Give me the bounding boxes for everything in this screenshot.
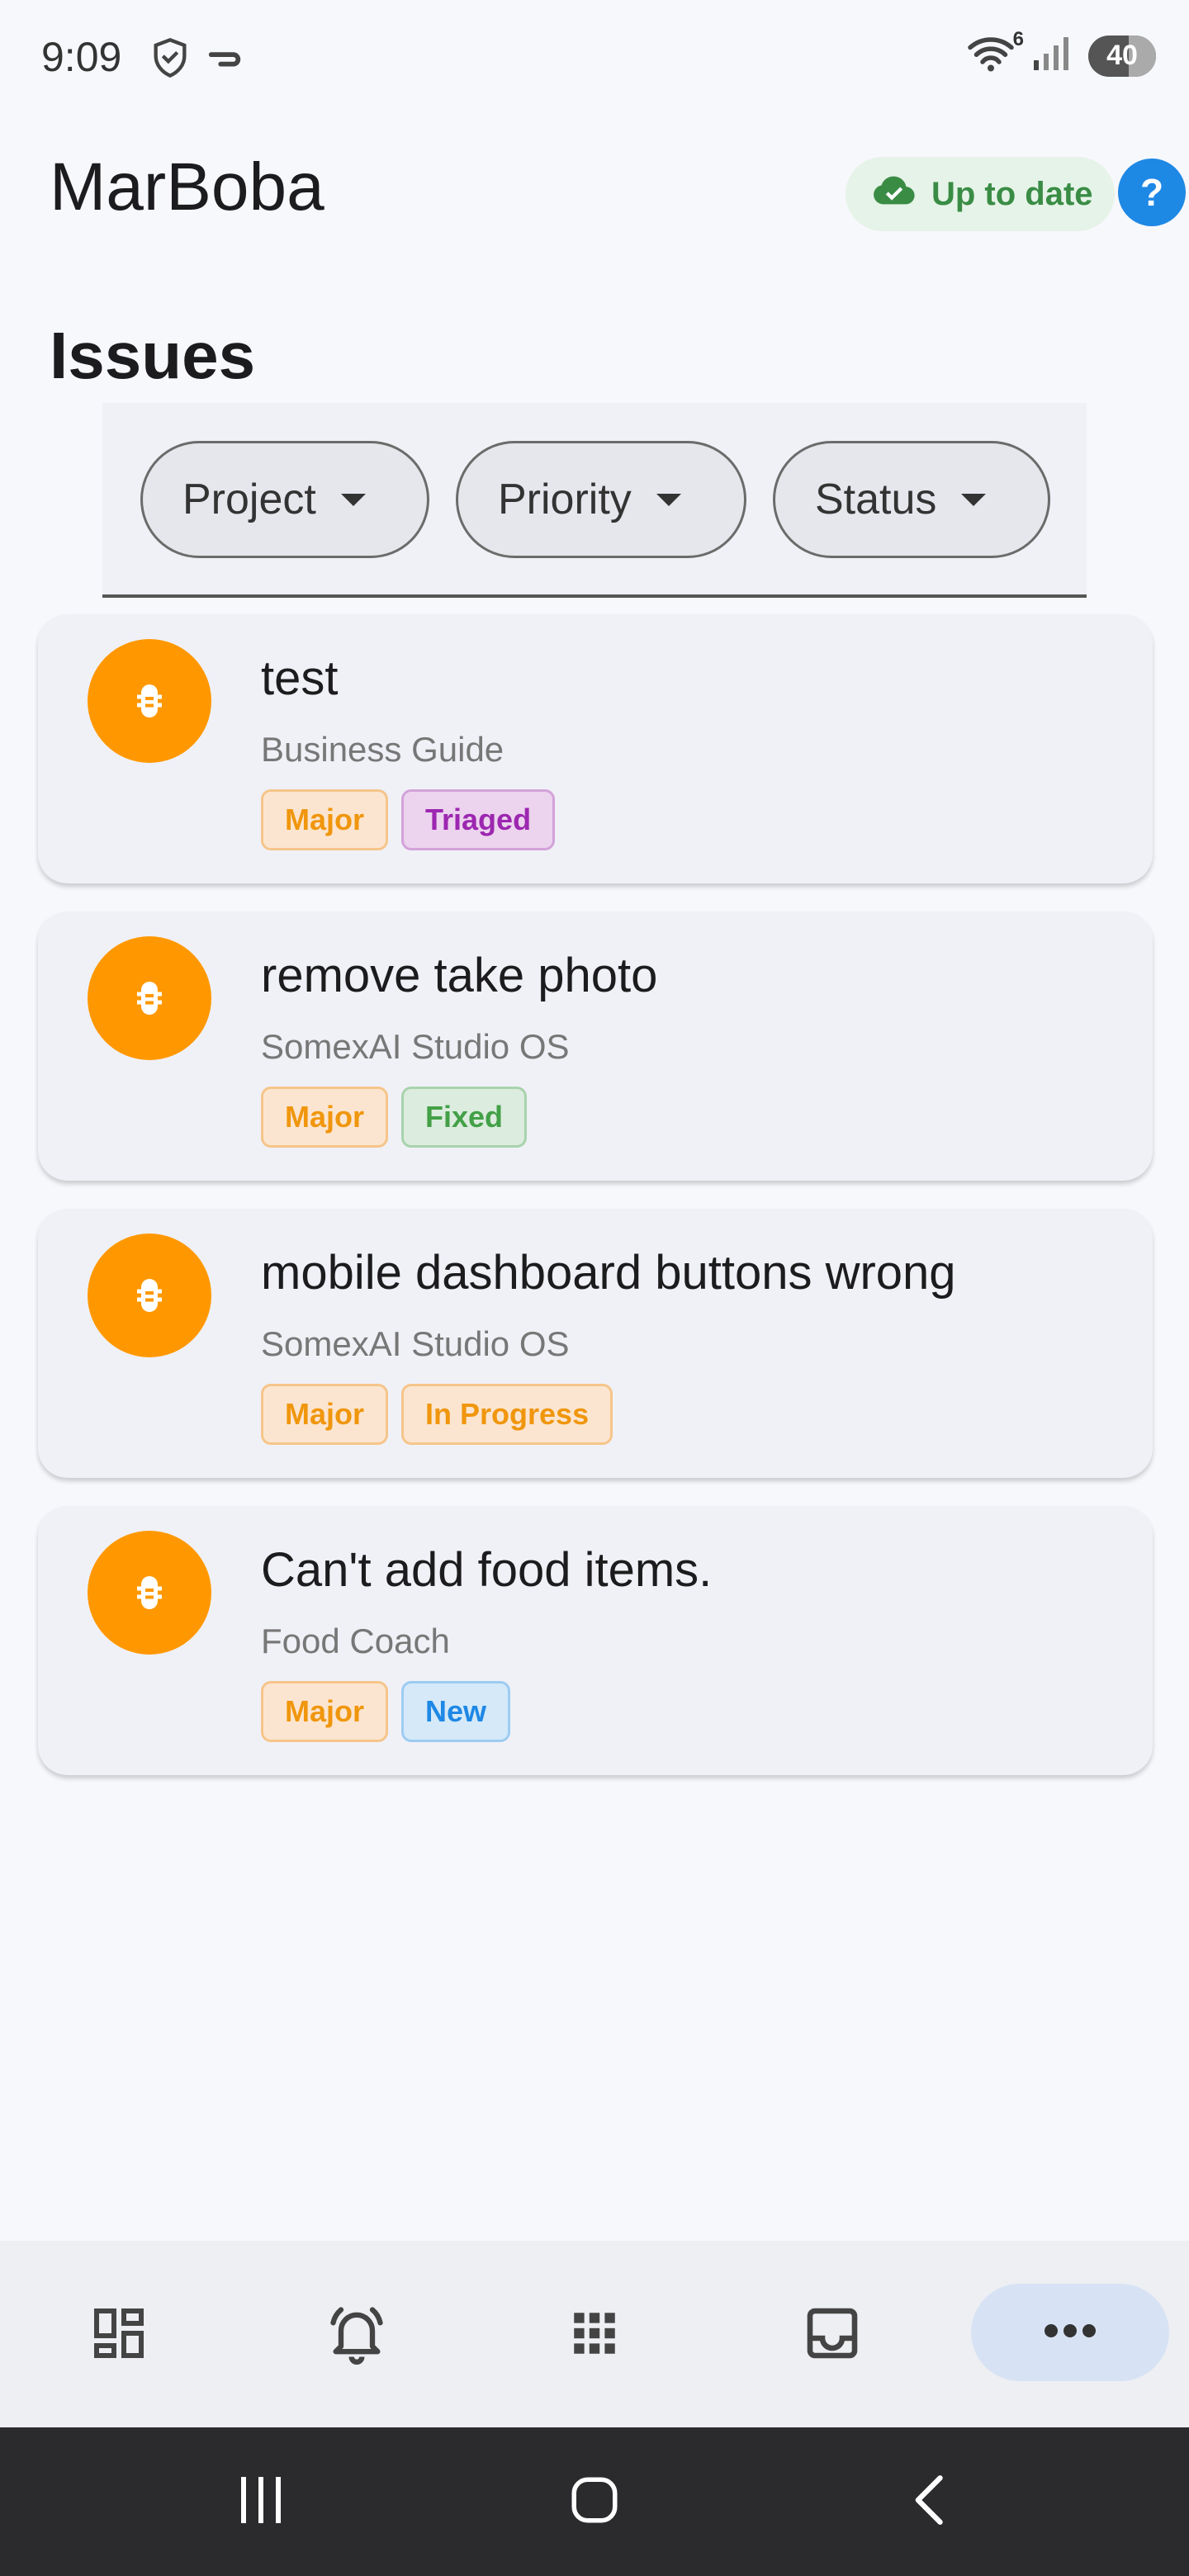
status-filter[interactable]: Status bbox=[773, 441, 1050, 558]
back-button[interactable] bbox=[879, 2460, 978, 2543]
nav-dashboard[interactable] bbox=[61, 2285, 177, 2384]
status-badge: New bbox=[401, 1681, 511, 1742]
status-badge: In Progress bbox=[401, 1384, 613, 1445]
nav-apps[interactable] bbox=[537, 2285, 652, 2384]
home-button[interactable] bbox=[545, 2460, 644, 2543]
filter-label: Project bbox=[182, 476, 316, 523]
recent-apps-button[interactable] bbox=[211, 2460, 310, 2543]
filter-label: Priority bbox=[498, 476, 632, 523]
status-time: 9:09 bbox=[41, 34, 122, 80]
help-button[interactable]: ? bbox=[1118, 159, 1186, 226]
issues-screen: 9:09 6 40 MarBoba Up to date ? Issues Pr… bbox=[0, 0, 1189, 2576]
priority-badge: Major bbox=[261, 1681, 389, 1742]
back-icon bbox=[907, 2472, 949, 2532]
battery-indicator: 40 bbox=[1088, 35, 1156, 77]
issue-project: Food Coach bbox=[261, 1622, 450, 1660]
nav-inbox[interactable] bbox=[775, 2285, 890, 2384]
signal-icon bbox=[1030, 33, 1073, 78]
notifications-icon bbox=[325, 2302, 388, 2369]
issue-card[interactable]: Can't add food items. Food Coach Major N… bbox=[38, 1506, 1153, 1775]
bug-icon bbox=[88, 1234, 211, 1357]
status-badge: Fixed bbox=[401, 1087, 528, 1148]
dropdown-arrow-icon bbox=[961, 493, 987, 506]
project-filter[interactable]: Project bbox=[140, 441, 429, 558]
filter-label: Status bbox=[815, 476, 937, 523]
link-icon bbox=[206, 41, 244, 78]
sync-status-chip[interactable]: Up to date bbox=[846, 157, 1115, 231]
bug-icon bbox=[88, 936, 211, 1060]
shield-icon bbox=[149, 36, 192, 83]
filter-bar: Project Priority Status bbox=[102, 403, 1087, 598]
priority-badge: Major bbox=[261, 1384, 389, 1445]
issue-card[interactable]: mobile dashboard buttons wrong SomexAI S… bbox=[38, 1209, 1153, 1478]
apps-grid-icon bbox=[567, 2306, 622, 2365]
dropdown-arrow-icon bbox=[656, 493, 681, 506]
app-title: MarBoba bbox=[50, 149, 324, 225]
issue-project: SomexAI Studio OS bbox=[261, 1027, 570, 1066]
issue-card[interactable]: remove take photo SomexAI Studio OS Majo… bbox=[38, 912, 1153, 1181]
bug-icon bbox=[88, 1531, 211, 1655]
priority-badge: Major bbox=[261, 789, 389, 850]
issue-title: Can't add food items. bbox=[261, 1543, 713, 1597]
nav-notifications[interactable] bbox=[299, 2285, 414, 2384]
cloud-check-icon bbox=[872, 173, 917, 215]
priority-badge: Major bbox=[261, 1087, 389, 1148]
recent-apps-icon bbox=[236, 2474, 286, 2531]
issue-project: SomexAI Studio OS bbox=[261, 1324, 570, 1363]
page-title: Issues bbox=[50, 319, 256, 392]
sync-status-label: Up to date bbox=[931, 175, 1093, 212]
status-badge: Triaged bbox=[401, 789, 556, 850]
issue-project: Business Guide bbox=[261, 730, 504, 769]
issue-title: mobile dashboard buttons wrong bbox=[261, 1246, 956, 1300]
inbox-icon bbox=[803, 2304, 862, 2367]
dashboard-icon bbox=[89, 2304, 149, 2367]
more-icon bbox=[1043, 2323, 1097, 2343]
issue-card[interactable]: test Business Guide Major Triaged bbox=[38, 614, 1153, 883]
wifi-icon: 6 bbox=[966, 28, 1024, 78]
nav-more[interactable] bbox=[971, 2284, 1169, 2381]
bug-icon bbox=[88, 639, 211, 763]
issue-title: remove take photo bbox=[261, 949, 658, 1002]
wifi-badge: 6 bbox=[1012, 28, 1024, 50]
priority-filter[interactable]: Priority bbox=[456, 441, 746, 558]
issue-title: test bbox=[261, 651, 339, 705]
system-navigation-bar bbox=[0, 2427, 1189, 2576]
status-bar: 9:09 6 40 bbox=[0, 0, 1189, 107]
dropdown-arrow-icon bbox=[340, 493, 366, 506]
bottom-navigation bbox=[0, 2241, 1189, 2427]
home-icon bbox=[567, 2473, 622, 2531]
